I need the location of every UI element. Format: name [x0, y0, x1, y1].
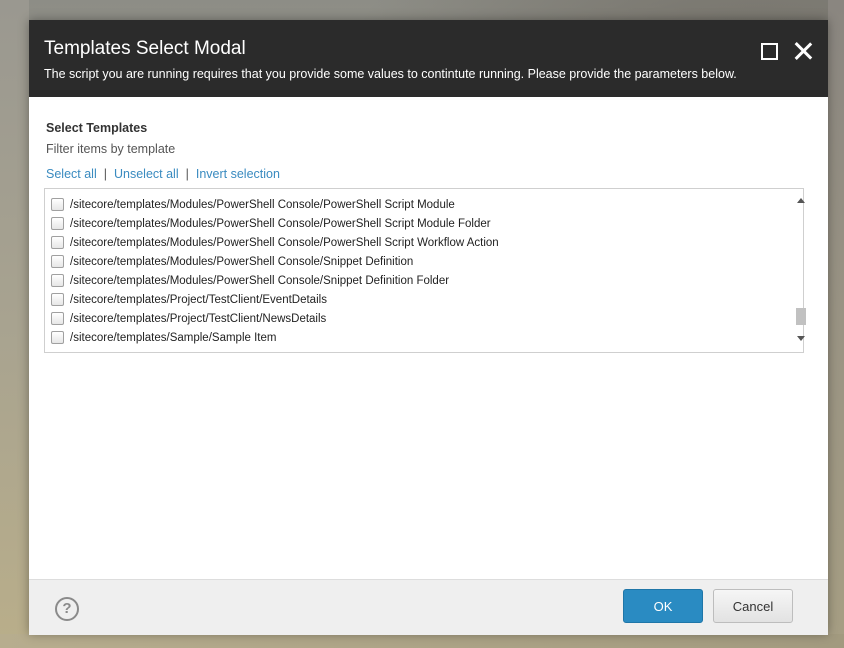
- field-label: Select Templates: [46, 121, 148, 135]
- ok-button[interactable]: OK: [623, 589, 703, 623]
- list-item[interactable]: /sitecore/templates/Modules/PowerShell C…: [45, 252, 780, 271]
- selection-links: Select all | Unselect all | Invert selection: [46, 167, 280, 181]
- list-item[interactable]: /sitecore/templates/Modules/PowerShell C…: [45, 271, 780, 290]
- template-checkbox[interactable]: [51, 331, 64, 344]
- template-path: /sitecore/templates/Modules/PowerShell C…: [70, 217, 491, 230]
- scroll-up-arrow-icon[interactable]: [794, 194, 808, 208]
- background-bottom: [0, 634, 844, 648]
- template-checkbox[interactable]: [51, 274, 64, 287]
- cancel-button[interactable]: Cancel: [713, 589, 793, 623]
- template-path: /sitecore/templates/Project/TestClient/E…: [70, 293, 327, 306]
- link-separator: |: [103, 167, 107, 181]
- template-path: /sitecore/templates/Modules/PowerShell C…: [70, 198, 455, 211]
- template-checkbox[interactable]: [51, 255, 64, 268]
- templates-checklist[interactable]: /sitecore/templates/Modules/PowerShell C…: [44, 188, 806, 353]
- help-icon[interactable]: ?: [55, 597, 79, 621]
- template-checkbox[interactable]: [51, 312, 64, 325]
- template-checkbox[interactable]: [51, 293, 64, 306]
- template-path: /sitecore/templates/Sample/Sample Item: [70, 331, 277, 344]
- close-icon[interactable]: [792, 40, 814, 62]
- modal-footer: ? OK Cancel: [29, 579, 828, 635]
- templates-select-modal: Templates Select Modal The script you ar…: [29, 20, 828, 635]
- template-path: /sitecore/templates/Modules/PowerShell C…: [70, 274, 450, 287]
- template-checkbox[interactable]: [51, 198, 64, 211]
- scroll-down-arrow-icon[interactable]: [794, 331, 808, 345]
- template-path: /sitecore/templates/Project/TestClient/N…: [70, 312, 327, 325]
- list-item[interactable]: /sitecore/templates/Modules/PowerShell C…: [45, 233, 780, 252]
- list-item[interactable]: /sitecore/templates/Modules/PowerShell C…: [45, 214, 780, 233]
- invert-selection-link[interactable]: Invert selection: [196, 167, 280, 181]
- template-path: /sitecore/templates/Modules/PowerShell C…: [70, 255, 414, 268]
- link-separator: |: [185, 167, 189, 181]
- background-right: [828, 0, 844, 648]
- list-item[interactable]: /sitecore/templates/Project/TestClient/N…: [45, 309, 780, 328]
- modal-subtitle: The script you are running requires that…: [44, 67, 737, 81]
- template-checkbox[interactable]: [51, 217, 64, 230]
- template-checkbox[interactable]: [51, 236, 64, 249]
- maximize-icon[interactable]: [758, 40, 780, 62]
- list-item[interactable]: /sitecore/templates/Sample/Sample Item: [45, 328, 780, 347]
- template-path: /sitecore/templates/Modules/PowerShell C…: [70, 236, 499, 249]
- list-item[interactable]: /sitecore/templates/Project/TestClient/E…: [45, 290, 780, 309]
- select-all-link[interactable]: Select all: [46, 167, 97, 181]
- background-left: [0, 0, 29, 648]
- field-description: Filter items by template: [46, 142, 176, 156]
- list-scrollbar[interactable]: [794, 194, 808, 345]
- modal-header: Templates Select Modal The script you ar…: [29, 20, 828, 97]
- scroll-thumb[interactable]: [796, 308, 806, 325]
- template-list: /sitecore/templates/Modules/PowerShell C…: [45, 195, 780, 347]
- list-item[interactable]: /sitecore/templates/Modules/PowerShell C…: [45, 195, 780, 214]
- unselect-all-link[interactable]: Unselect all: [114, 167, 179, 181]
- modal-title: Templates Select Modal: [44, 38, 246, 59]
